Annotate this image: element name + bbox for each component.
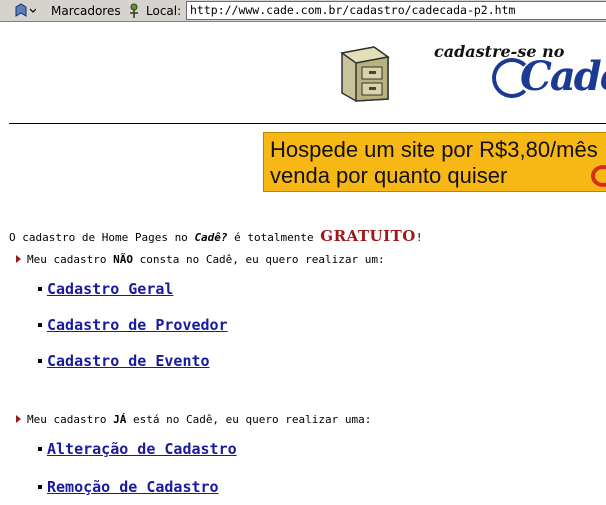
- list-item: Cadastro de Provedor: [38, 315, 228, 334]
- section1-prefix: Meu cadastro: [27, 253, 114, 266]
- bullet-icon: [38, 323, 42, 327]
- section2-emphasis: JÁ: [113, 413, 127, 426]
- intro-brand: Cadê?: [194, 231, 228, 244]
- list-item: Cadastro de Evento: [38, 351, 210, 370]
- remocao-cadastro-link[interactable]: Remoção de Cadastro: [47, 478, 219, 496]
- banner-logo-icon: [591, 165, 606, 187]
- location-icon: [130, 3, 138, 18]
- list-item: Remoção de Cadastro: [38, 477, 219, 496]
- location-toolbar: Marcadores Local: http://www.cade.com.br…: [0, 0, 606, 22]
- hosting-ad-banner[interactable]: Hospede um site por R$3,80/mês venda por…: [263, 132, 606, 192]
- file-cabinet-icon: [340, 46, 390, 102]
- bookmarks-icon[interactable]: [14, 3, 36, 19]
- intro-middle: é totalmente: [227, 231, 321, 244]
- bullet-icon: [38, 485, 42, 489]
- cadastro-evento-link[interactable]: Cadastro de Evento: [47, 352, 210, 370]
- banner-line-2: venda por quanto quiser: [270, 163, 508, 188]
- bookmarks-button[interactable]: Marcadores: [51, 0, 121, 22]
- list-item: Cadastro Geral: [38, 279, 173, 298]
- section2-suffix: está no Cadê, eu quero realizar uma:: [126, 413, 372, 426]
- intro-suffix: !: [415, 231, 423, 244]
- alteracao-cadastro-link[interactable]: Alteração de Cadastro: [47, 440, 237, 458]
- banner-line-1: Hospede um site por R$3,80/mês: [270, 137, 598, 162]
- cadastro-geral-link[interactable]: Cadastro Geral: [47, 280, 173, 298]
- cadastro-provedor-link[interactable]: Cadastro de Provedor: [47, 316, 228, 334]
- arrow-bullet-icon: [16, 415, 21, 423]
- url-input[interactable]: http://www.cade.com.br/cadastro/cadecada…: [186, 1, 606, 20]
- divider: [9, 123, 606, 124]
- section1-suffix: consta no Cadê, eu quero realizar um:: [132, 253, 385, 266]
- section1-emphasis: NÃO: [113, 253, 133, 266]
- bullet-icon: [38, 447, 42, 451]
- section2-prefix: Meu cadastro: [27, 413, 114, 426]
- section-not-registered: Meu cadastro NÃO consta no Cadê, eu quer…: [16, 253, 385, 266]
- list-item: Alteração de Cadastro: [38, 439, 237, 458]
- cade-logo[interactable]: Cadê: [520, 53, 606, 100]
- intro-text: O cadastro de Home Pages no Cadê? é tota…: [9, 227, 423, 245]
- gratuito-highlight: GRATUITO: [320, 227, 416, 245]
- bullet-icon: [38, 359, 42, 363]
- arrow-bullet-icon: [16, 255, 21, 263]
- location-label: Local:: [146, 4, 182, 18]
- intro-prefix: O cadastro de Home Pages no: [9, 231, 195, 244]
- section-already-registered: Meu cadastro JÁ está no Cadê, eu quero r…: [16, 413, 371, 426]
- bullet-icon: [38, 287, 42, 291]
